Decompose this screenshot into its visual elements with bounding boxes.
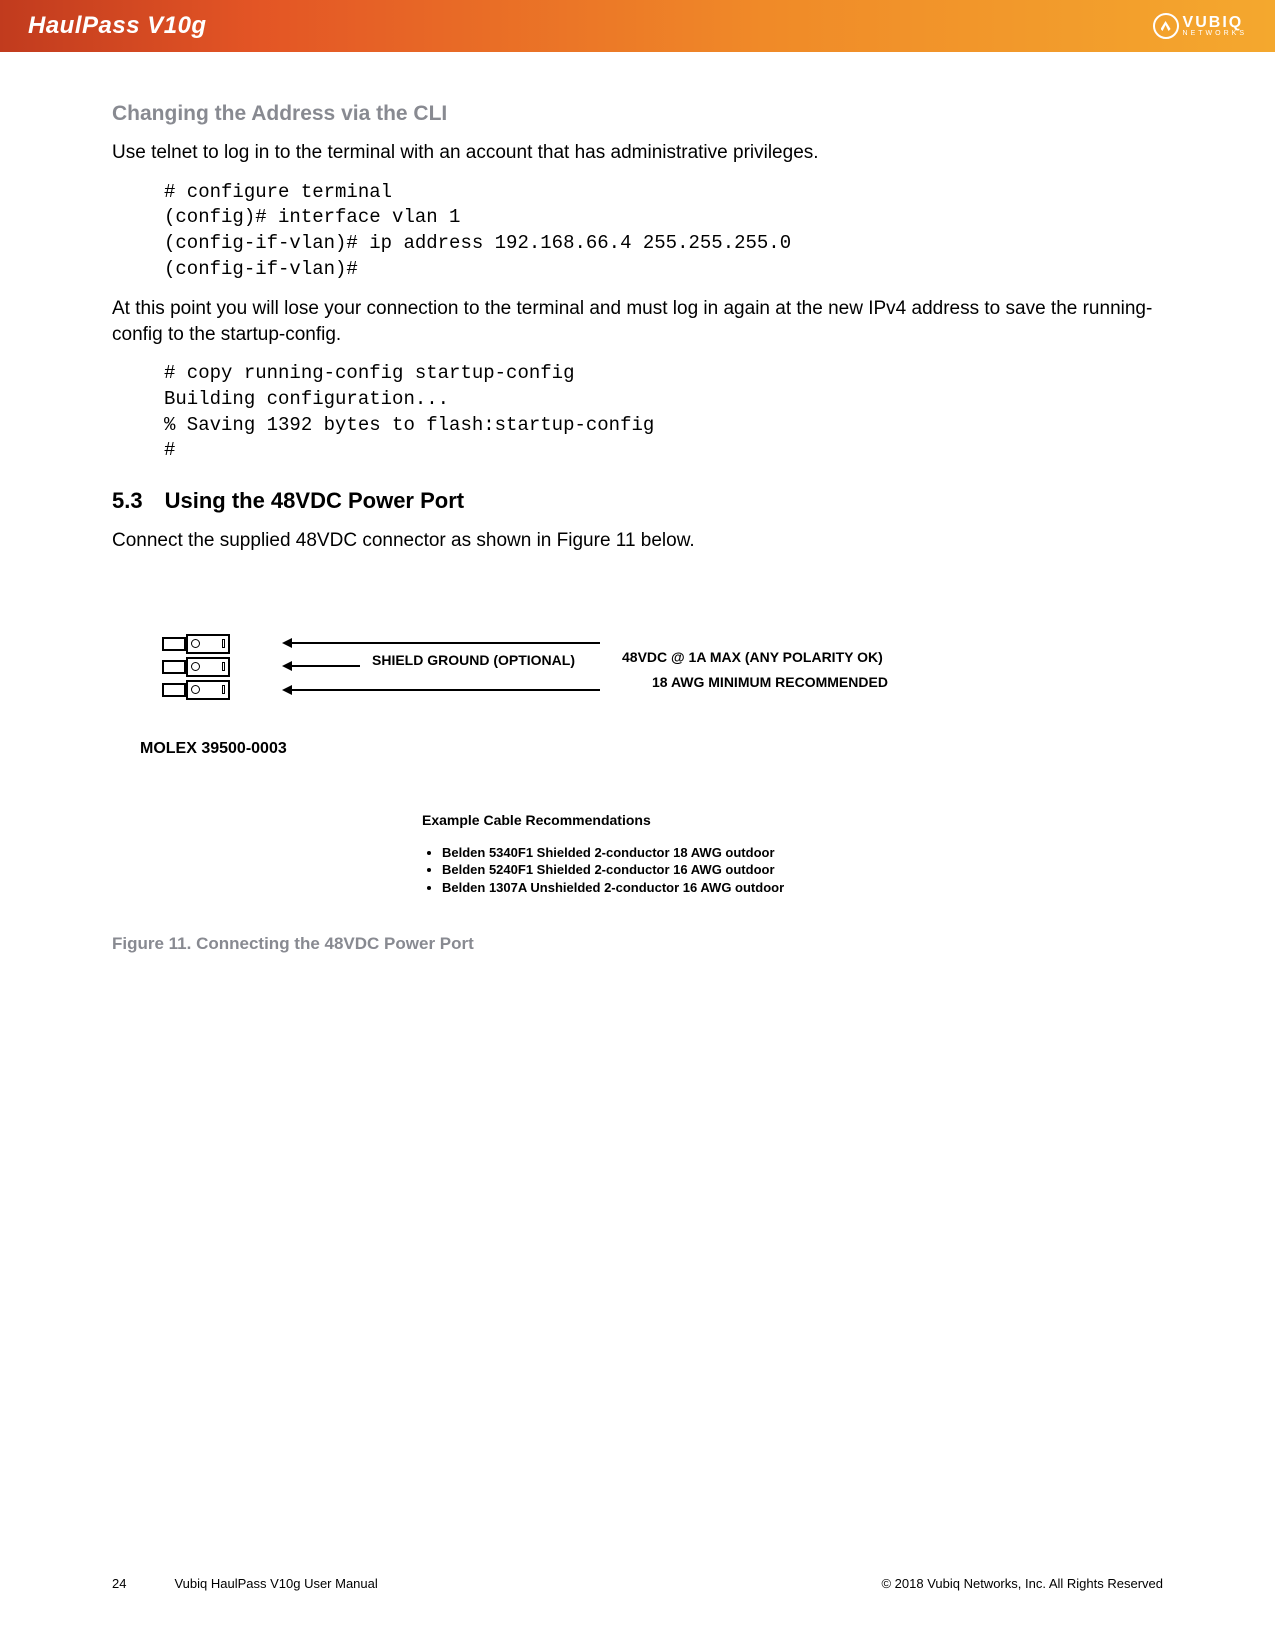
part-number: MOLEX 39500-0003 xyxy=(140,740,287,758)
vendor-sub: NETWORKS xyxy=(1183,30,1247,37)
vendor-logo: VUBIQ NETWORKS xyxy=(1153,13,1247,39)
shield-label: SHIELD GROUND (OPTIONAL) xyxy=(372,652,575,668)
spec-gauge: 18 AWG MINIMUM RECOMMENDED xyxy=(652,674,888,690)
list-item: Belden 5340F1 Shielded 2-conductor 18 AW… xyxy=(442,844,784,862)
list-item: Belden 1307A Unshielded 2-conductor 16 A… xyxy=(442,879,784,897)
section-heading: 5.3 Using the 48VDC Power Port xyxy=(112,488,1163,514)
logo-icon xyxy=(1153,13,1179,39)
paragraph-2: At this point you will lose your connect… xyxy=(112,296,1163,347)
page-number: 24 xyxy=(112,1576,126,1591)
section-subtitle: Changing the Address via the CLI xyxy=(112,102,1163,126)
doc-title: Vubiq HaulPass V10g User Manual xyxy=(174,1576,377,1591)
code-block-1: # configure terminal (config)# interface… xyxy=(112,180,1163,283)
figure-11: SHIELD GROUND (OPTIONAL) 48VDC @ 1A MAX … xyxy=(112,594,1163,914)
list-item: Belden 5240F1 Shielded 2-conductor 16 AW… xyxy=(442,861,784,879)
section-number: 5.3 xyxy=(112,488,143,514)
product-title: HaulPass V10g xyxy=(28,12,207,40)
copyright: © 2018 Vubiq Networks, Inc. All Rights R… xyxy=(881,1576,1163,1591)
code-block-2: # copy running-config startup-config Bui… xyxy=(112,361,1163,464)
figure-caption: Figure 11. Connecting the 48VDC Power Po… xyxy=(112,934,1163,954)
page-content: Changing the Address via the CLI Use tel… xyxy=(0,52,1275,954)
spec-voltage: 48VDC @ 1A MAX (ANY POLARITY OK) xyxy=(622,649,883,665)
vendor-name: VUBIQ xyxy=(1183,15,1247,31)
arrow-top xyxy=(290,642,600,644)
page-footer: 24 Vubiq HaulPass V10g User Manual © 201… xyxy=(112,1576,1163,1591)
recommendations-list: Belden 5340F1 Shielded 2-conductor 18 AW… xyxy=(422,844,784,897)
connector-diagram xyxy=(162,634,230,700)
section-title: Using the 48VDC Power Port xyxy=(165,488,465,514)
arrow-bottom xyxy=(290,689,600,691)
intro-paragraph: Use telnet to log in to the terminal wit… xyxy=(112,140,1163,166)
header-bar: HaulPass V10g VUBIQ NETWORKS xyxy=(0,0,1275,52)
paragraph-3: Connect the supplied 48VDC connector as … xyxy=(112,528,1163,554)
arrow-middle xyxy=(290,665,360,667)
recommendations-title: Example Cable Recommendations xyxy=(422,812,651,828)
